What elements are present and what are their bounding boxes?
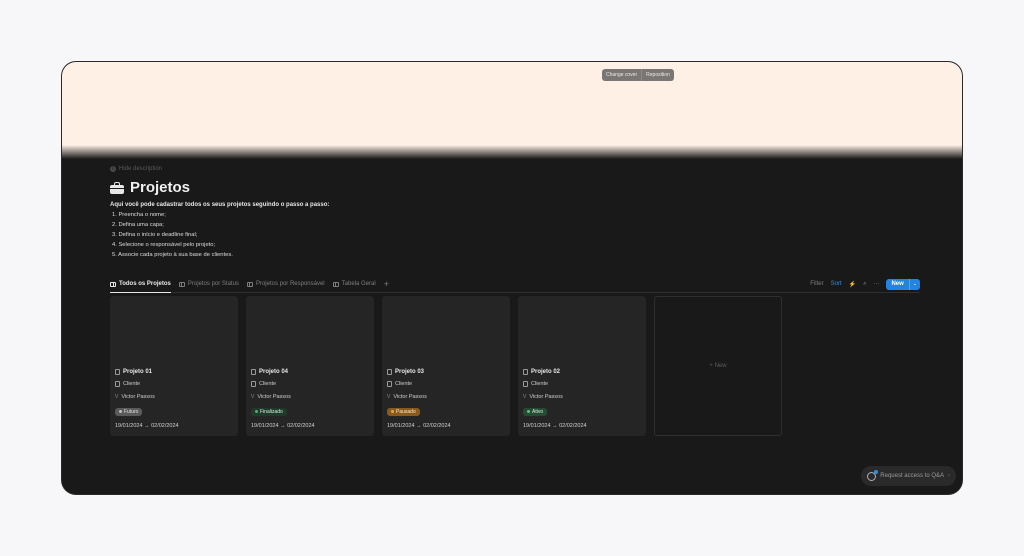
lightning-icon[interactable]: ⚡ bbox=[849, 281, 856, 288]
filter-button[interactable]: Filter bbox=[810, 281, 823, 287]
card-client-text: Cliente bbox=[531, 381, 549, 387]
page-content: i Hide description Projetos Aqui você po… bbox=[110, 166, 920, 436]
gallery-card[interactable]: Projeto 04 Cliente V Victor Passos Finali… bbox=[246, 296, 374, 436]
status-dot bbox=[527, 410, 530, 413]
gallery-card[interactable]: Projeto 01 Cliente V Victor Passos Futuro… bbox=[110, 296, 238, 436]
card-client[interactable]: Cliente bbox=[387, 381, 451, 387]
tab-label: Projetos por Responsável bbox=[255, 281, 325, 287]
card-properties: Projeto 01 Cliente V Victor Passos Futuro… bbox=[115, 369, 179, 429]
tab-projetos-por-responsavel[interactable]: Projetos por Responsável bbox=[246, 276, 325, 292]
page-icon bbox=[387, 369, 392, 375]
chevron-down-icon[interactable]: ⌄ bbox=[908, 278, 920, 290]
page-icon bbox=[251, 369, 256, 375]
gallery-card[interactable]: Projeto 02 Cliente V Victor Passos Ativo … bbox=[518, 296, 646, 436]
tab-label: Projetos por Status bbox=[187, 281, 239, 287]
status-label: Futuro bbox=[124, 408, 139, 415]
search-icon[interactable]: ⌕ bbox=[863, 281, 866, 288]
board-icon bbox=[178, 281, 185, 287]
view-tabs: Todos os Projetos Projetos por Status Pr… bbox=[110, 276, 920, 293]
card-dates: 19/01/2024 → 02/02/2024 bbox=[387, 423, 451, 429]
status-dot bbox=[391, 410, 394, 413]
status-label: Finalizado bbox=[260, 408, 283, 415]
card-title-text: Projeto 03 bbox=[395, 369, 425, 375]
card-dates: 19/01/2024 → 02/02/2024 bbox=[251, 423, 315, 429]
page-icon bbox=[523, 381, 528, 387]
gallery-card[interactable]: Projeto 03 Cliente V Victor Passos Pausad… bbox=[382, 296, 510, 436]
view-bar: Todos os Projetos Projetos por Status Pr… bbox=[110, 276, 920, 293]
status-badge: Finalizado bbox=[251, 407, 287, 416]
card-title: Projeto 03 bbox=[387, 369, 451, 375]
card-title-text: Projeto 04 bbox=[259, 369, 289, 375]
chevron-right-icon: › bbox=[948, 473, 950, 479]
table-icon bbox=[332, 281, 339, 287]
page-title[interactable]: Projetos bbox=[130, 179, 190, 196]
card-dates: 19/01/2024 → 02/02/2024 bbox=[523, 423, 587, 429]
card-title: Projeto 02 bbox=[523, 369, 587, 375]
status-label: Pausado bbox=[396, 408, 416, 415]
card-client[interactable]: Cliente bbox=[115, 381, 179, 387]
add-view-button[interactable]: + bbox=[384, 279, 389, 289]
status-badge: Futuro bbox=[115, 407, 143, 416]
card-client-text: Cliente bbox=[259, 381, 277, 387]
sort-button[interactable]: Sort bbox=[831, 281, 842, 287]
tab-tabela-geral[interactable]: Tabela Geral bbox=[332, 276, 376, 292]
card-client[interactable]: Cliente bbox=[523, 381, 587, 387]
request-qa-button[interactable]: Request access to Q&A › bbox=[861, 466, 956, 486]
description-steps: 1. Preencha o nome; 2. Defina uma capa; … bbox=[110, 210, 920, 260]
status-label: Ativo bbox=[532, 408, 544, 415]
page-icon bbox=[387, 381, 392, 387]
gallery-icon bbox=[110, 281, 116, 287]
step-item: 5. Associe cada projeto à sua base de cl… bbox=[112, 252, 233, 258]
info-icon: i bbox=[110, 166, 116, 172]
reposition-button[interactable]: Reposition bbox=[641, 69, 674, 81]
page-icon bbox=[115, 381, 120, 387]
description-intro: Aqui você pode cadastrar todos os seus p… bbox=[110, 202, 330, 208]
card-properties: Projeto 03 Cliente V Victor Passos Pausad… bbox=[387, 369, 451, 429]
step-item: 2. Defina uma capa; bbox=[112, 222, 164, 228]
tab-todos-os-projetos[interactable]: Todos os Projetos bbox=[110, 276, 171, 293]
board-icon bbox=[246, 281, 253, 287]
page-icon bbox=[251, 381, 256, 387]
status-badge: Ativo bbox=[523, 407, 548, 416]
new-card-button[interactable]: + New bbox=[654, 296, 782, 436]
card-client-text: Cliente bbox=[123, 381, 141, 387]
tab-label: Todos os Projetos bbox=[119, 281, 171, 287]
card-properties: Projeto 04 Cliente V Victor Passos Finali… bbox=[251, 369, 315, 429]
hide-description-button[interactable]: i Hide description bbox=[110, 166, 920, 172]
status-dot bbox=[255, 410, 258, 413]
step-item: 3. Defina o início e deadline final; bbox=[112, 232, 198, 238]
card-properties: Projeto 02 Cliente V Victor Passos Ativo … bbox=[523, 369, 587, 429]
card-client[interactable]: Cliente bbox=[251, 381, 315, 387]
status-badge: Pausado bbox=[387, 407, 420, 416]
card-dates: 19/01/2024 → 02/02/2024 bbox=[115, 423, 179, 429]
more-icon[interactable]: ··· bbox=[873, 281, 879, 287]
view-toolbar: Filter Sort ⚡ ⌕ ··· New ⌄ bbox=[810, 276, 920, 292]
page-icon bbox=[523, 369, 528, 375]
page-icon bbox=[115, 369, 120, 375]
new-button-label[interactable]: New bbox=[886, 281, 908, 287]
card-title-text: Projeto 01 bbox=[123, 369, 153, 375]
card-client-text: Cliente bbox=[395, 381, 413, 387]
card-title: Projeto 01 bbox=[115, 369, 179, 375]
card-title: Projeto 04 bbox=[251, 369, 315, 375]
hide-description-label: Hide description bbox=[119, 166, 163, 172]
title-row: Projetos bbox=[110, 179, 920, 196]
qa-icon bbox=[867, 469, 879, 481]
briefcase-icon[interactable] bbox=[110, 181, 124, 194]
cover-gradient bbox=[62, 145, 962, 159]
new-button[interactable]: New ⌄ bbox=[886, 278, 920, 290]
cover-controls: Change cover Reposition bbox=[602, 69, 674, 81]
tab-label: Tabela Geral bbox=[341, 281, 376, 287]
qa-label: Request access to Q&A bbox=[880, 473, 944, 479]
status-dot bbox=[119, 410, 122, 413]
card-title-text: Projeto 02 bbox=[531, 369, 561, 375]
step-item: 4. Selecione o responsável pelo projeto; bbox=[112, 242, 216, 248]
gallery-view: Projeto 01 Cliente V Victor Passos Futuro… bbox=[110, 296, 782, 436]
step-item: 1. Preencha o nome; bbox=[112, 212, 166, 218]
tab-projetos-por-status[interactable]: Projetos por Status bbox=[178, 276, 239, 292]
notion-window: Change cover Reposition i Hide descripti… bbox=[62, 62, 962, 494]
new-card-label: + New bbox=[709, 363, 727, 369]
page-cover[interactable] bbox=[62, 62, 962, 157]
change-cover-button[interactable]: Change cover bbox=[602, 69, 641, 81]
